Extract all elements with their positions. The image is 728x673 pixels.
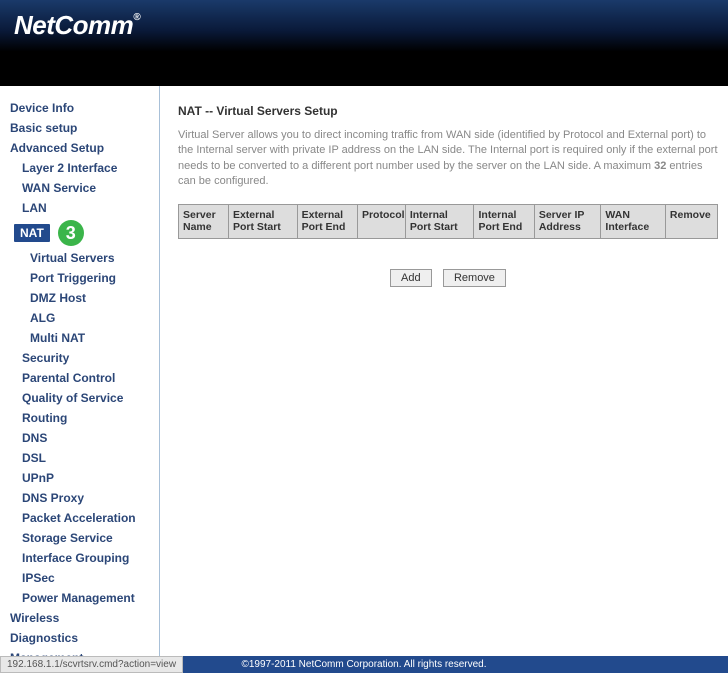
nav-parental-control[interactable]: Parental Control	[8, 368, 155, 388]
content-pane: NAT -- Virtual Servers Setup Virtual Ser…	[160, 86, 728, 656]
nav-routing[interactable]: Routing	[8, 408, 155, 428]
nav-lan[interactable]: LAN	[8, 198, 155, 218]
th-server-name: Server Name	[179, 204, 229, 238]
add-button[interactable]: Add	[390, 269, 432, 287]
body: Device Info Basic setup Advanced Setup L…	[0, 86, 728, 656]
nav-diagnostics[interactable]: Diagnostics	[8, 628, 155, 648]
th-int-port-start: Internal Port Start	[405, 204, 474, 238]
nav-storage-service[interactable]: Storage Service	[8, 528, 155, 548]
nav-port-triggering[interactable]: Port Triggering	[8, 268, 155, 288]
nav-upnp[interactable]: UPnP	[8, 468, 155, 488]
nav-ipsec[interactable]: IPSec	[8, 568, 155, 588]
nav-device-info[interactable]: Device Info	[8, 98, 155, 118]
table-header-row: Server Name External Port Start External…	[179, 204, 718, 238]
button-row: Add Remove	[178, 269, 718, 287]
nav-nat-row: NAT 3	[8, 218, 155, 248]
page-description: Virtual Server allows you to direct inco…	[178, 128, 718, 190]
nav-wireless[interactable]: Wireless	[8, 608, 155, 628]
th-protocol: Protocol	[357, 204, 405, 238]
th-ext-port-start: External Port Start	[228, 204, 297, 238]
nav-dmz-host[interactable]: DMZ Host	[8, 288, 155, 308]
th-ext-port-end: External Port End	[297, 204, 357, 238]
nav-qos[interactable]: Quality of Service	[8, 388, 155, 408]
virtual-servers-table: Server Name External Port Start External…	[178, 204, 718, 239]
app-header: NetComm®	[0, 0, 728, 86]
th-wan-interface: WAN Interface	[601, 204, 666, 238]
step-badge: 3	[58, 220, 84, 246]
nav-tree: Device Info Basic setup Advanced Setup L…	[8, 98, 155, 656]
th-server-ip: Server IP Address	[534, 204, 601, 238]
th-remove: Remove	[665, 204, 717, 238]
nav-layer2-interface[interactable]: Layer 2 Interface	[8, 158, 155, 178]
nav-management[interactable]: Management	[8, 648, 155, 656]
nav-dns-proxy[interactable]: DNS Proxy	[8, 488, 155, 508]
nav-virtual-servers[interactable]: Virtual Servers	[8, 248, 155, 268]
nav-dns[interactable]: DNS	[8, 428, 155, 448]
nav-wan-service[interactable]: WAN Service	[8, 178, 155, 198]
remove-button[interactable]: Remove	[443, 269, 506, 287]
nav-advanced-setup[interactable]: Advanced Setup	[8, 138, 155, 158]
sidebar: Device Info Basic setup Advanced Setup L…	[0, 86, 160, 656]
nav-packet-acceleration[interactable]: Packet Acceleration	[8, 508, 155, 528]
nav-alg[interactable]: ALG	[8, 308, 155, 328]
browser-statusbar: 192.168.1.1/scvrtsrv.cmd?action=view	[0, 656, 183, 673]
page-title: NAT -- Virtual Servers Setup	[178, 104, 718, 118]
nav-dsl[interactable]: DSL	[8, 448, 155, 468]
brand-logo: NetComm®	[14, 10, 714, 41]
nav-security[interactable]: Security	[8, 348, 155, 368]
nav-interface-grouping[interactable]: Interface Grouping	[8, 548, 155, 568]
nav-multi-nat[interactable]: Multi NAT	[8, 328, 155, 348]
nav-nat[interactable]: NAT	[14, 224, 50, 242]
nav-power-management[interactable]: Power Management	[8, 588, 155, 608]
th-int-port-end: Internal Port End	[474, 204, 534, 238]
nav-basic-setup[interactable]: Basic setup	[8, 118, 155, 138]
